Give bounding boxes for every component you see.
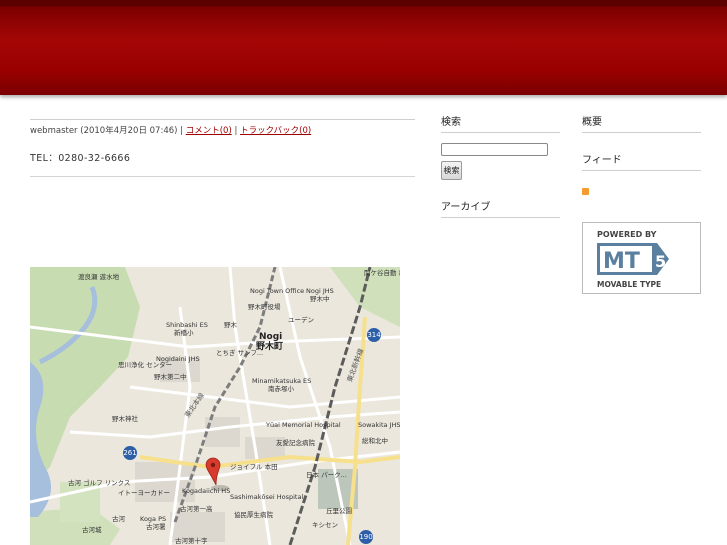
trackbacks-link[interactable]: トラックバック(0): [240, 126, 311, 136]
search-widget-title: 検索: [441, 113, 560, 133]
map-label: 古河 ゴルフ リンクス: [68, 478, 130, 487]
map-label: Koga PS: [140, 515, 166, 523]
meta-separator: |: [180, 126, 184, 136]
mt-badge-movable-type: MOVABLE TYPE: [597, 280, 661, 289]
map-label: Shinbashi ES: [166, 321, 208, 329]
map-label: 野木神社: [112, 414, 139, 423]
map-label: 古河第十字: [175, 536, 208, 545]
map-label: Nogi JHS: [306, 287, 334, 295]
sidebar-right: 概要 フィード POWERED BY MT 5 MOVABLE TYPE: [582, 113, 701, 294]
entry-author: webmaster: [30, 126, 78, 136]
map-label: Yūai Memorial Hospital: [265, 421, 341, 429]
map-route-190: 190: [359, 533, 372, 541]
feed-widget-title: フィード: [582, 151, 701, 171]
map-label: 古河: [112, 514, 126, 523]
map-label: 丘里公園: [326, 506, 352, 515]
map-label: 野木町役場: [248, 302, 281, 311]
main-content: webmaster (2010年4月20日 07:46) | コメント(0) |…: [30, 113, 415, 177]
sidebar-left: 検索 検索 アーカイブ: [441, 113, 560, 224]
map-label: イトーヨーカドー: [118, 489, 170, 497]
feed-item: [582, 181, 701, 200]
map-label: Sashimakōsei Hospital: [230, 493, 303, 501]
map-label: Nogi Town Office: [250, 287, 304, 295]
map-label: 協民厚生病院: [234, 510, 274, 519]
map-label: ジョイフル 本田: [230, 462, 278, 471]
map-label: 新橋小: [174, 328, 194, 337]
map-label: 野木中: [310, 294, 330, 303]
powered-by-movable-type-badge[interactable]: POWERED BY MT 5 MOVABLE TYPE: [582, 222, 701, 294]
entry-meta: webmaster (2010年4月20日 07:46) | コメント(0) |…: [30, 124, 415, 136]
entry-tel: TEL：0280-32-6666: [30, 153, 131, 164]
map-label: 南赤塚小: [268, 384, 295, 393]
map-label: キシセン: [312, 521, 338, 529]
mt-badge-logo-mt: MT: [603, 249, 640, 274]
site-header: [0, 0, 727, 95]
map-route-261: 261: [123, 449, 136, 457]
map-label: 友愛記念病院: [276, 438, 316, 447]
map-route-314: 314: [367, 331, 381, 339]
map-label: 古河城: [82, 525, 102, 534]
rss-feed-icon: [582, 188, 589, 195]
map-label: 野木: [224, 320, 238, 329]
comments-link[interactable]: コメント(0): [186, 126, 232, 136]
map-label: 野木第二中: [154, 372, 187, 381]
map-label: 古河第一高: [180, 504, 213, 513]
archives-widget-title: アーカイブ: [441, 198, 560, 218]
map-label: 日本 パーク...: [306, 470, 347, 479]
search-button[interactable]: 検索: [441, 161, 462, 180]
search-input[interactable]: [441, 143, 548, 156]
meta-separator: |: [234, 126, 238, 136]
map-label: Minamikatsuka ES: [252, 377, 311, 385]
about-widget-title: 概要: [582, 113, 701, 133]
mt-badge-logo-5: 5: [655, 252, 666, 271]
entry-date: (2010年4月20日 07:46): [80, 126, 178, 136]
map-label: 古河署: [146, 522, 166, 531]
map-label: 関ケ谷自動 教習所: [364, 268, 400, 277]
map-label: 渡良瀬 遊水地: [78, 272, 120, 281]
map-label-nogimachi: 野木町: [256, 340, 283, 352]
entry-title[interactable]: [30, 113, 415, 120]
mt-badge-powered-by: POWERED BY: [597, 230, 657, 239]
map-label: 総和北中: [362, 436, 388, 445]
map-label: Sowakita JHS: [358, 421, 400, 429]
map-label: ユーデン: [288, 315, 314, 324]
map-label: 思川浄化 センター: [118, 360, 172, 369]
map-label-nogi: Nogi: [259, 332, 282, 342]
map-image[interactable]: 314 261 190 渡良瀬 遊水地 Shinbashi ES 新橋小 Nog…: [30, 267, 400, 545]
entry-divider: [30, 176, 415, 177]
